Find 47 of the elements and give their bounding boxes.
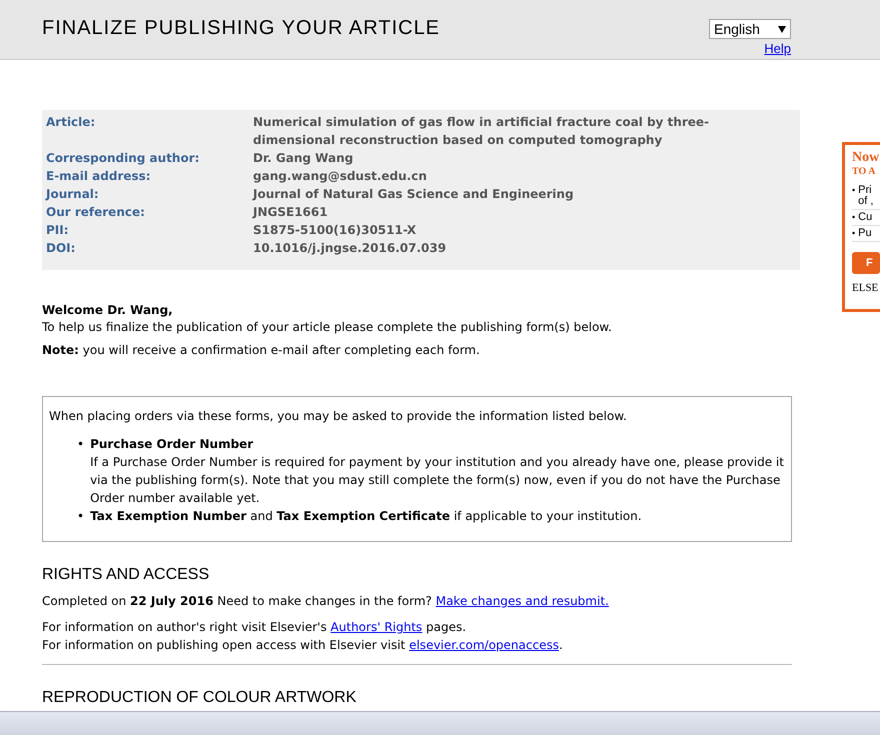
info-link[interactable]: elsevier.com/openaccess	[409, 638, 559, 652]
info-value: Journal of Natural Gas Science and Engineering	[253, 186, 575, 203]
info-box-intro: When placing orders via these forms, you may be asked to provide the information listed below.	[49, 409, 627, 423]
item-text: If a Purchase Order Number is required for payment by your institution and you already have one, please provide it via the publishing form(s). Note that you may still complete the form(s) now, even if you do not have the Purchase Order number available yet.	[90, 454, 785, 507]
info-value: Numerical simulation of gas flow in artificial fracture coal by three-dimensional reconstruction based on computed tomography	[253, 114, 710, 149]
status-text: Completed on 22 July 2016 Need to make changes in the form?	[42, 594, 432, 608]
info-link[interactable]: Authors' Rights	[330, 620, 422, 634]
advert-subhead: TO A	[852, 165, 876, 179]
info-label: Our reference:	[46, 204, 146, 221]
advert-headline: Now	[852, 151, 880, 165]
info-value: JNGSE1661	[253, 204, 329, 221]
info-label: Journal:	[46, 186, 100, 203]
advert-bullet-text: Pu	[858, 228, 872, 239]
advert-bullet-text: Cu	[858, 212, 872, 223]
info-label: PII:	[46, 222, 70, 239]
info-value: S1875-5100(16)30511-X	[253, 222, 418, 239]
item-title: Purchase Order Number	[90, 436, 254, 453]
item-text: Tax Exemption Number and Tax Exemption Certificate if applicable to your institution.	[90, 508, 642, 525]
info-text: For information on publishing open access with Elsevier visit	[42, 638, 406, 652]
note-text: Note: you will receive a confirmation e-mail after completing each form.	[42, 342, 481, 359]
info-value: Dr. Gang Wang	[253, 150, 354, 167]
section-heading: RIGHTS AND ACCESS	[42, 566, 210, 584]
advert-bullet-text: of ,	[858, 196, 874, 207]
info-label: E-mail address:	[46, 168, 152, 185]
language-select[interactable]: English	[709, 19, 791, 39]
info-label: Article:	[46, 114, 96, 131]
info-value: 10.1016/j.jngse.2016.07.039	[253, 240, 448, 257]
advert-logo: ELSE	[852, 282, 880, 294]
bullet-icon: •	[852, 228, 856, 239]
intro-text: To help us finalize the publication of your article please complete the publishing form(s) below.	[42, 319, 613, 336]
advert-bullet-text: Pri	[858, 185, 873, 196]
info-text: For information on author's right visit Elsevier's	[42, 620, 327, 634]
info-value: gang.wang@sdust.edu.cn	[253, 168, 428, 185]
bullet-icon: •	[852, 212, 856, 223]
help-link[interactable]: Help	[764, 41, 791, 56]
info-label: DOI:	[46, 240, 76, 257]
resubmit-link[interactable]: Make changes and resubmit.	[436, 594, 609, 608]
caret-icon	[778, 26, 786, 32]
greeting: Welcome Dr. Wang,	[42, 302, 174, 319]
page-title: FINALIZE PUBLISHING YOUR ARTICLE	[42, 17, 440, 41]
bullet-icon: •	[77, 507, 84, 525]
info-text: pages.	[426, 620, 466, 634]
bullet-icon: •	[77, 435, 84, 507]
bullet-icon: •	[852, 185, 856, 207]
info-text: .	[558, 638, 563, 652]
section-heading: REPRODUCTION OF COLOUR ARTWORK	[42, 689, 358, 707]
info-label: Corresponding author:	[46, 150, 200, 167]
